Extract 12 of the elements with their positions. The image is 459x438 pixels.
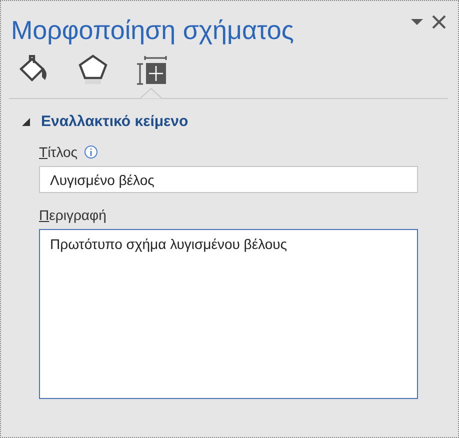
pentagon-icon bbox=[78, 54, 108, 86]
pane-title: Μορφοποίηση σχήματος bbox=[11, 14, 294, 47]
collapse-triangle-icon[interactable] bbox=[21, 116, 31, 126]
close-icon[interactable] bbox=[432, 15, 446, 29]
title-input-field[interactable]: Λυγισμένο βέλος bbox=[39, 166, 418, 193]
info-icon[interactable] bbox=[84, 145, 98, 159]
dropdown-caret-icon[interactable] bbox=[410, 17, 424, 27]
field-label: Περιγραφή bbox=[39, 207, 106, 223]
size-position-icon bbox=[134, 54, 168, 86]
section-title: Εναλλακτικό κείμενο bbox=[41, 113, 188, 130]
description-input-field[interactable]: Πρωτότυπο σχήμα λυγισμένου βέλους bbox=[39, 229, 418, 399]
field-label: Τίτλος bbox=[39, 144, 78, 160]
